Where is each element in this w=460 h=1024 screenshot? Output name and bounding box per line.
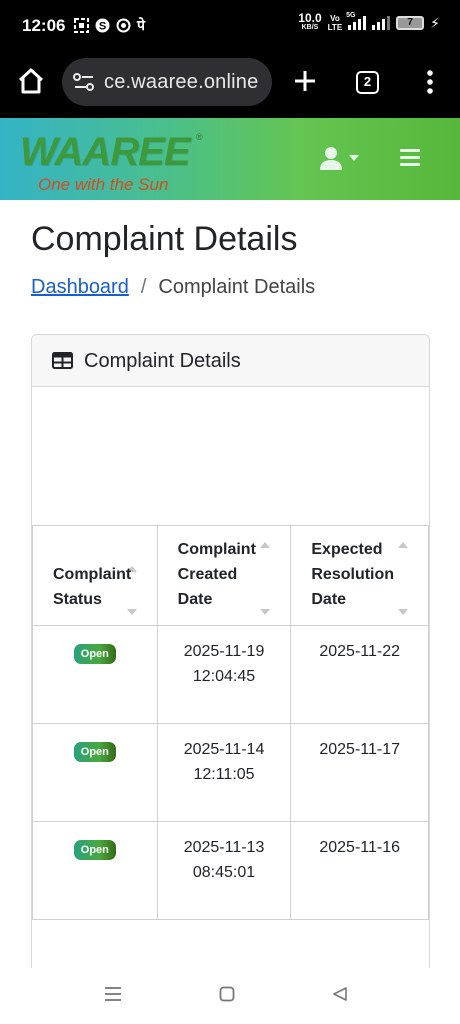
header-label: Complaint Status [53,562,131,612]
notification-icons: S पे [74,16,145,35]
p-app-icon [116,18,131,33]
status-badge: Open [73,644,116,664]
created-cell: 2025-11-19 12:04:45 [156,625,292,724]
tab-switcher-button[interactable]: 2 [356,71,379,94]
created-time: 12:04:45 [192,668,256,685]
status-bar: 12:06 S पे 10.0 KB/S Vo LTE 5G 7 ⚡ [0,0,460,50]
battery-level: 7 [407,17,413,28]
header-text: Status [53,591,102,608]
volte-top: Vo [330,14,340,23]
net-speed-unit: KB/S [301,24,319,31]
created-date: 2025-11-13 [183,839,265,856]
skype-icon: S [95,18,110,33]
net-speed-value: 10.0 [298,11,322,25]
sort-desc-icon [260,609,271,615]
created-date: 2025-11-14 [183,741,265,758]
sort-asc-icon [260,542,271,548]
sort-desc-icon [126,609,137,615]
signal-icon-2 [372,16,391,30]
header-complaint-status[interactable]: Complaint Status [32,525,158,626]
net-speed: 10.0 KB/S [298,11,322,32]
header-text: Resolution [311,566,395,583]
created-date: 2025-11-19 [183,643,265,660]
table-row: Open 2025-11-19 12:04:45 2025-11-22 [32,625,429,724]
logo-tagline: One with the Sun [38,175,169,194]
header-complaint-created-date[interactable]: Complaint Created Date [156,525,292,626]
site-header: WAAREE ® One with the Sun [0,118,460,200]
created-cell: 2025-11-14 12:11:05 [156,723,292,822]
expected-cell: 2025-11-17 [290,723,429,822]
new-tab-icon[interactable] [290,66,320,96]
sort-desc-icon [398,609,408,615]
site-settings-icon[interactable] [72,70,96,94]
complaint-card: Complaint Details Complaint Status Compl… [31,334,430,968]
header-text: Date [177,591,213,608]
table-icon [52,352,73,369]
breadcrumb-dashboard-link[interactable]: Dashboard [31,276,129,299]
recent-apps-icon[interactable] [104,986,122,1002]
header-expected-resolution-date[interactable]: Expected Resolution Date [290,525,429,626]
header-text: Complaint [53,566,132,583]
phonepe-icon: पे [137,17,145,33]
status-time: 12:06 [22,16,66,35]
page-title: Complaint Details [31,220,298,258]
status-cell: Open [32,625,158,724]
tab-count: 2 [363,74,372,89]
network-type: 5G [346,12,356,19]
browser-toolbar: ce.waaree.online 2 [0,50,460,118]
card-header: Complaint Details [32,335,429,387]
sort-asc-icon [398,542,408,548]
page-content: Complaint Details Dashboard / Complaint … [0,200,460,968]
volte-bottom: LTE [327,23,343,32]
charging-icon: ⚡ [430,14,440,31]
logo-wordmark: WAAREE [20,130,191,174]
address-bar[interactable]: ce.waaree.online [62,58,272,106]
back-nav-icon[interactable] [331,986,348,1002]
waaree-logo[interactable]: WAAREE ® One with the Sun [18,128,218,198]
svg-text:S: S [99,21,106,33]
breadcrumb-current: Complaint Details [158,276,316,298]
home-icon[interactable] [16,66,46,96]
home-nav-icon[interactable] [219,986,235,1002]
card-blank-area [32,387,429,525]
header-label: Complaint Created Date [178,537,256,612]
status-badge: Open [73,840,116,860]
user-menu-icon[interactable] [318,146,364,172]
expected-cell: 2025-11-16 [290,821,429,920]
status-cell: Open [32,821,158,920]
more-menu-icon[interactable] [420,68,440,96]
hamburger-menu-icon[interactable] [400,149,420,167]
created-time: 08:45:01 [192,864,256,881]
logo-registered: ® [196,132,203,142]
table-header-row: Complaint Status Complaint Created Date [32,525,429,626]
header-text: Complaint [177,541,256,558]
status-cell: Open [32,723,158,822]
card-title: Complaint Details [84,350,241,372]
status-badge: Open [73,742,116,762]
created-time: 12:11:05 [193,766,255,783]
system-nav-bar [0,968,460,1024]
table-row: Open 2025-11-14 12:11:05 2025-11-17 [32,723,429,822]
signal-5g: 5G [346,12,367,30]
header-text: Created [177,566,238,583]
header-label: Expected Resolution Date [311,537,394,612]
battery-icon: 7 [396,16,425,30]
created-cell: 2025-11-13 08:45:01 [156,821,292,920]
status-right: 10.0 KB/S Vo LTE 5G 7 ⚡ [298,11,440,32]
expected-cell: 2025-11-22 [290,625,429,724]
complaints-table: Complaint Status Complaint Created Date [32,525,429,920]
breadcrumb-separator: / [140,276,147,298]
url-text[interactable]: ce.waaree.online [104,71,258,94]
screenshot-icon [74,18,89,33]
header-text: Date [311,591,347,608]
breadcrumb: Dashboard / Complaint Details [31,276,315,299]
volte-indicator: Vo LTE [328,14,343,32]
header-text: Expected [311,541,383,558]
table-row: Open 2025-11-13 08:45:01 2025-11-16 [32,821,429,920]
